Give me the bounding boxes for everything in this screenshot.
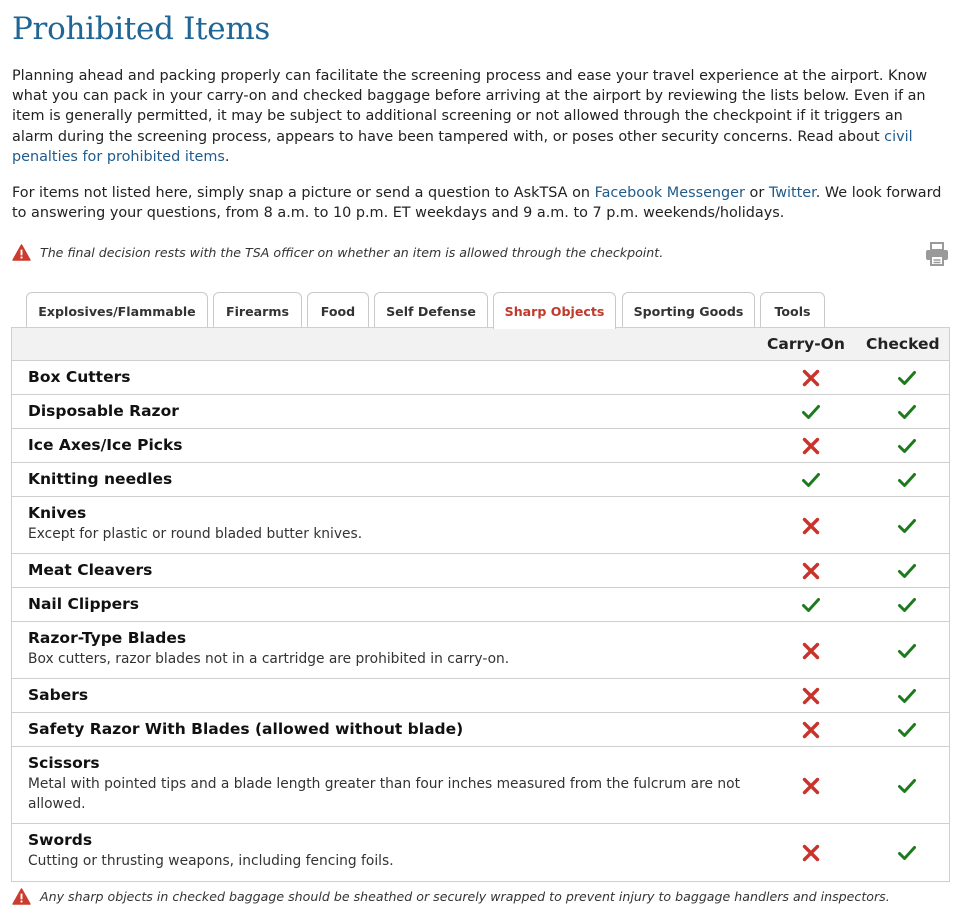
tab-sporting-goods[interactable]: Sporting Goods	[622, 292, 755, 329]
intro-paragraph: Planning ahead and packing properly can …	[12, 66, 947, 167]
prohibited-items-table: Carry-On Checked Box Cutters Disposable R…	[11, 327, 950, 882]
table-row: Nail Clippers	[12, 588, 949, 622]
tab-label: Tools	[774, 303, 811, 319]
tab-label: Sporting Goods	[633, 303, 744, 319]
table-row: Sabers	[12, 679, 949, 713]
x-icon	[802, 437, 820, 455]
tab-label: Sharp Objects	[504, 303, 605, 319]
twitter-link[interactable]: Twitter	[769, 185, 816, 201]
warning-triangle-icon	[12, 888, 31, 905]
table-body: Box Cutters Disposable Razor Ice Axes/Ice …	[12, 361, 949, 881]
officer-decision-notice: The final decision rests with the TSA of…	[12, 244, 663, 261]
item-name: Scissors	[28, 754, 100, 772]
carry-on-header: Carry-On	[767, 335, 845, 353]
table-row: Disposable Razor	[12, 395, 949, 429]
checked-header: Checked	[866, 335, 940, 353]
table-row: Ice Axes/Ice Picks	[12, 429, 949, 463]
table-row: Safety Razor With Blades (allowed withou…	[12, 713, 949, 747]
check-icon	[802, 405, 820, 419]
tab-label: Food	[320, 303, 356, 319]
table-row: Scissors Metal with pointed tips and a bl…	[12, 747, 949, 824]
table-row: Razor-Type Blades Box cutters, razor blad…	[12, 622, 949, 679]
table-row: Knitting needles	[12, 463, 949, 497]
sharp-objects-notice: Any sharp objects in checked baggage sho…	[12, 888, 890, 905]
item-note: Except for plastic or round bladed butte…	[28, 526, 363, 542]
tab-self-defense[interactable]: Self Defense	[374, 292, 488, 329]
tab-explosives-flammable[interactable]: Explosives/Flammable	[26, 292, 208, 329]
item-note: Cutting or thrusting weapons, including …	[28, 853, 394, 869]
check-icon	[898, 778, 916, 793]
tab-tools[interactable]: Tools	[760, 292, 825, 329]
intro-end: .	[224, 148, 230, 165]
warning-triangle-icon	[12, 244, 31, 261]
tab-firearms[interactable]: Firearms	[213, 292, 302, 329]
printer-icon[interactable]	[924, 241, 950, 267]
page: Prohibited Items Planning ahead and pack…	[0, 0, 966, 924]
table-row: Meat Cleavers	[12, 554, 949, 588]
tab-label: Explosives/Flammable	[38, 303, 196, 319]
check-icon	[898, 689, 916, 703]
check-icon	[802, 598, 820, 612]
asktsa-paragraph: For items not listed here, simply snap a…	[12, 183, 947, 223]
item-note: Metal with pointed tips and a blade leng…	[28, 776, 740, 812]
x-icon	[802, 687, 820, 705]
check-icon	[898, 723, 916, 737]
x-icon	[802, 844, 820, 861]
facebook-messenger-link[interactable]: Facebook Messenger	[595, 185, 745, 201]
tab-label: Firearms	[226, 303, 289, 319]
check-icon	[898, 518, 916, 533]
intro-text: Planning ahead and packing properly can …	[12, 68, 928, 145]
x-icon	[802, 369, 820, 387]
check-icon	[802, 473, 820, 487]
table-row: Swords Cutting or thrusting weapons, incl…	[12, 824, 949, 881]
check-icon	[898, 439, 916, 453]
item-note: Box cutters, razor blades not in a cartr…	[28, 651, 510, 667]
x-icon	[802, 777, 820, 794]
table-row: Knives Except for plastic or round bladed…	[12, 497, 949, 554]
notice-text: Any sharp objects in checked baggage sho…	[40, 889, 890, 904]
check-icon	[898, 564, 916, 578]
check-icon	[898, 473, 916, 487]
check-icon	[898, 371, 916, 385]
tab-label: Self Defense	[386, 303, 476, 319]
check-icon	[898, 598, 916, 612]
table-header: Carry-On Checked	[12, 328, 949, 361]
table-row: Box Cutters	[12, 361, 949, 395]
tab-sharp-objects[interactable]: Sharp Objects	[493, 292, 616, 329]
tab-food[interactable]: Food	[307, 292, 369, 329]
x-icon	[802, 642, 820, 659]
page-title: Prohibited Items	[12, 11, 271, 47]
check-icon	[898, 405, 916, 419]
check-icon	[898, 845, 916, 860]
check-icon	[898, 643, 916, 658]
x-icon	[802, 562, 820, 580]
x-icon	[802, 517, 820, 534]
notice-text: The final decision rests with the TSA of…	[40, 245, 664, 260]
asktsa-before: For items not listed here, simply snap a…	[12, 185, 595, 201]
x-icon	[802, 721, 820, 739]
asktsa-middle: or	[744, 185, 769, 201]
